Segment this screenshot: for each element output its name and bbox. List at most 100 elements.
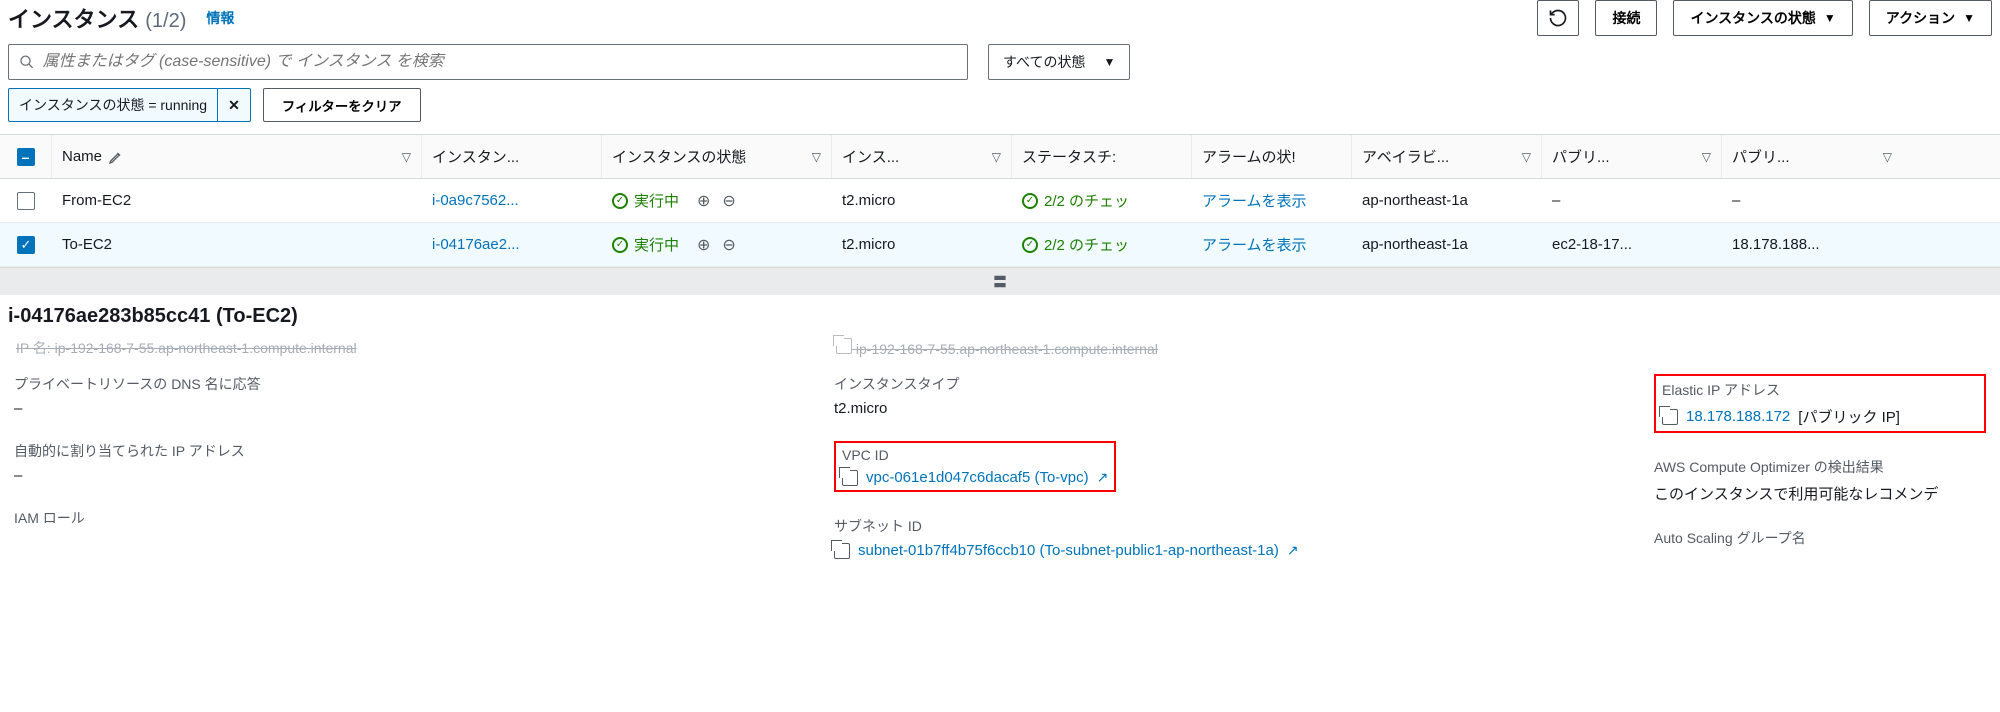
eip-highlight: Elastic IP アドレス 18.178.188.172 [パブリック IP…	[1654, 374, 1986, 433]
select-all-checkbox[interactable]: –	[17, 148, 35, 166]
col-name[interactable]: Name ▽	[52, 135, 422, 178]
col-status-check[interactable]: ステータスチ:	[1012, 135, 1192, 178]
page-title: インスタンス (1/2)	[8, 2, 186, 34]
cell-public-dns: ec2-18-17...	[1542, 223, 1722, 266]
label-private-dns-response: プライベートリソースの DNS 名に応答	[14, 374, 822, 394]
cell-instance-type: t2.micro	[832, 223, 1012, 266]
instance-id-link[interactable]: i-0a9c7562...	[432, 192, 519, 209]
state-running: ✓実行中	[612, 190, 679, 211]
label-instance-type: インスタンスタイプ	[834, 374, 1642, 394]
label-auto-assigned-ip: 自動的に割り当てられた IP アドレス	[14, 441, 822, 461]
vpc-id-link[interactable]: vpc-061e1d047c6dacaf5 (To-vpc)	[866, 469, 1089, 486]
label-compute-optimizer: AWS Compute Optimizer の検出結果	[1654, 457, 1986, 477]
elastic-ip-suffix: [パブリック IP]	[1798, 406, 1900, 427]
cell-instance-type: t2.micro	[832, 179, 1012, 222]
col-public-dns[interactable]: パブリ...▽	[1542, 135, 1722, 178]
col-name-label: Name	[62, 148, 102, 165]
col-az[interactable]: アベイラビ...▽	[1352, 135, 1542, 178]
zoom-out-icon[interactable]: ⊖	[722, 235, 735, 255]
cell-az: ap-northeast-1a	[1352, 179, 1542, 222]
label-elastic-ip: Elastic IP アドレス	[1662, 380, 1978, 400]
cutoff-text-mid: ip-192-168-7-55.ap-northeast-1.compute.i…	[828, 338, 1648, 364]
zoom-in-icon[interactable]: ⊕	[697, 235, 710, 255]
state-filter-label: すべての状態	[1003, 52, 1085, 72]
refresh-icon	[1548, 8, 1568, 28]
label-iam-role: IAM ロール	[14, 508, 822, 528]
col-instance-id[interactable]: インスタン...	[422, 135, 602, 178]
cell-name: To-EC2	[52, 223, 422, 266]
copy-icon[interactable]	[842, 470, 858, 486]
connect-button[interactable]: 接続	[1595, 0, 1657, 36]
row-checkbox[interactable]	[17, 192, 35, 210]
alarm-link[interactable]: アラームを表示	[1202, 234, 1307, 255]
actions-button[interactable]: アクション ▼	[1869, 0, 1992, 36]
search-input[interactable]	[43, 53, 957, 71]
zoom-in-icon[interactable]: ⊕	[697, 191, 710, 211]
value-compute-optimizer: このインスタンスで利用可能なレコメンデ	[1654, 483, 1986, 504]
table-row[interactable]: From-EC2 i-0a9c7562... ✓実行中 ⊕ ⊖ t2.micro…	[0, 179, 2000, 223]
zoom-out-icon[interactable]: ⊖	[722, 191, 735, 211]
label-subnet-id: サブネット ID	[834, 516, 1642, 536]
cell-public-ip: 18.178.188...	[1722, 223, 1902, 266]
detail-col-1: プライベートリソースの DNS 名に応答 – 自動的に割り当てられた IP アド…	[8, 364, 828, 573]
alarm-link[interactable]: アラームを表示	[1202, 190, 1307, 211]
cell-public-ip: –	[1722, 179, 1902, 222]
detail-col-3: Elastic IP アドレス 18.178.188.172 [パブリック IP…	[1648, 364, 1992, 573]
check-icon: ✓	[1022, 193, 1038, 209]
col-public-ip[interactable]: パブリ...▽	[1722, 135, 1902, 178]
search-box[interactable]	[8, 44, 968, 80]
actions-button-label: アクション	[1886, 8, 1955, 28]
caret-down-icon: ▼	[1824, 11, 1836, 25]
elastic-ip-link[interactable]: 18.178.188.172	[1686, 408, 1790, 425]
col-alarm-status[interactable]: アラームの状!	[1192, 135, 1352, 178]
pane-resize-handle[interactable]: 〓	[0, 267, 2000, 295]
edit-icon[interactable]	[108, 149, 124, 165]
sort-icon[interactable]: ▽	[812, 150, 821, 164]
value-auto-assigned-ip: –	[14, 467, 822, 484]
instance-state-button[interactable]: インスタンスの状態 ▼	[1673, 0, 1852, 36]
sort-icon[interactable]: ▽	[992, 150, 1001, 164]
col-instance-type[interactable]: インス...▽	[832, 135, 1012, 178]
copy-icon[interactable]	[836, 338, 852, 354]
sort-icon[interactable]: ▽	[1702, 150, 1711, 164]
cell-name: From-EC2	[52, 179, 422, 222]
filter-chip-label: インスタンスの状態 = running	[19, 95, 207, 115]
instance-count: (1/2)	[145, 10, 186, 32]
status-check-ok: ✓2/2 のチェッ	[1022, 234, 1129, 255]
info-link[interactable]: 情報	[206, 8, 234, 28]
remove-chip-button[interactable]: ✕	[217, 89, 240, 121]
clear-filters-button[interactable]: フィルターをクリア	[263, 88, 421, 122]
row-checkbox[interactable]: ✓	[17, 236, 35, 254]
value-instance-type: t2.micro	[834, 400, 1642, 417]
refresh-button[interactable]	[1537, 0, 1579, 36]
check-icon: ✓	[1022, 237, 1038, 253]
cutoff-text-left: IP 名: ip-192-168-7-55.ap-northeast-1.com…	[8, 338, 828, 364]
check-icon: ✓	[612, 237, 628, 253]
copy-icon[interactable]	[1662, 409, 1678, 425]
cell-az: ap-northeast-1a	[1352, 223, 1542, 266]
external-link-icon[interactable]: ↗	[1097, 469, 1109, 486]
vpc-highlight: VPC ID vpc-061e1d047c6dacaf5 (To-vpc) ↗	[834, 441, 1116, 492]
state-filter-select[interactable]: すべての状態 ▼	[988, 44, 1130, 80]
sort-icon[interactable]: ▽	[1522, 150, 1531, 164]
search-icon	[19, 54, 35, 70]
state-running: ✓実行中	[612, 234, 679, 255]
detail-title: i-04176ae283b85cc41 (To-EC2)	[0, 295, 2000, 338]
sort-icon[interactable]: ▽	[1883, 150, 1892, 164]
instance-id-link[interactable]: i-04176ae2...	[432, 236, 520, 253]
table-row[interactable]: ✓ To-EC2 i-04176ae2... ✓実行中 ⊕ ⊖ t2.micro…	[0, 223, 2000, 267]
instance-state-button-label: インスタンスの状態	[1690, 8, 1815, 28]
label-vpc-id: VPC ID	[842, 447, 1108, 463]
detail-col-2: インスタンスタイプ t2.micro VPC ID vpc-061e1d047c…	[828, 364, 1648, 573]
copy-icon[interactable]	[834, 543, 850, 559]
subnet-id-link[interactable]: subnet-01b7ff4b75f6ccb10 (To-subnet-publ…	[858, 542, 1279, 559]
caret-down-icon: ▼	[1963, 11, 1975, 25]
value-private-dns-response: –	[14, 400, 822, 417]
cell-public-dns: –	[1542, 179, 1722, 222]
label-asg-name: Auto Scaling グループ名	[1654, 528, 1986, 548]
sort-icon[interactable]: ▽	[402, 150, 411, 164]
col-instance-state[interactable]: インスタンスの状態▽	[602, 135, 832, 178]
filter-chip-running[interactable]: インスタンスの状態 = running ✕	[8, 88, 251, 122]
table-header: – Name ▽ インスタン... インスタンスの状態▽ インス...▽ ステー…	[0, 135, 2000, 179]
external-link-icon[interactable]: ↗	[1287, 542, 1299, 559]
